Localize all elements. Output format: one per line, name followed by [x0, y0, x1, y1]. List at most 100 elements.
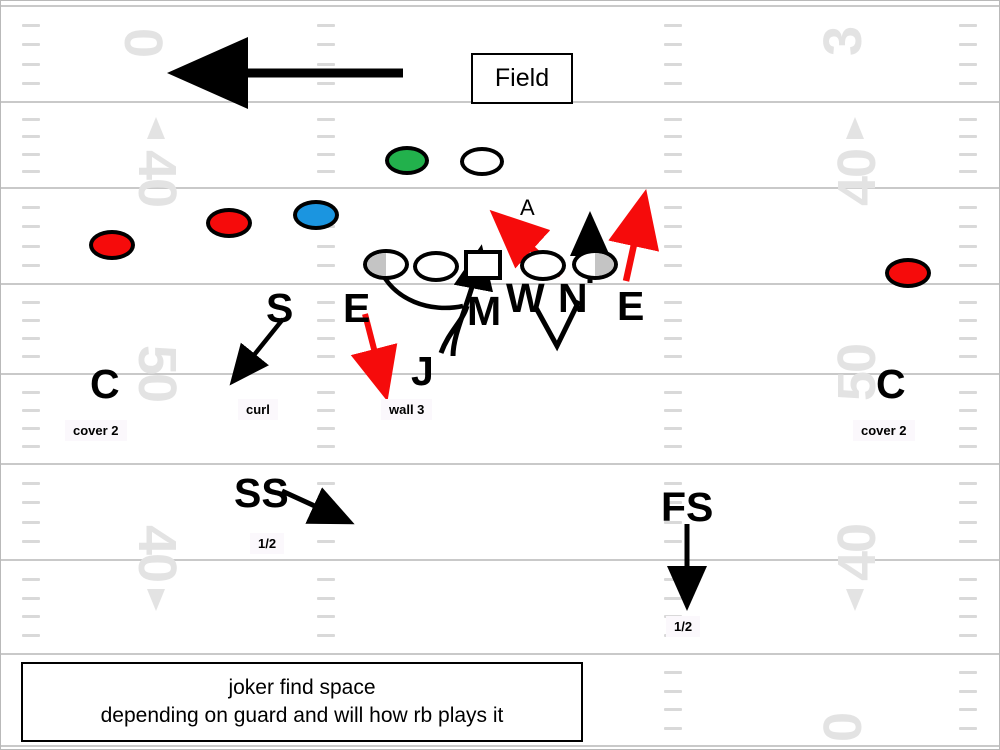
yard-line: [1, 283, 999, 285]
hash-mark: [22, 43, 40, 46]
play-note-box: joker find space depending on guard and …: [21, 662, 583, 742]
hash-mark: [959, 206, 977, 209]
hash-mark: [317, 170, 335, 173]
hash-mark: [22, 245, 40, 248]
hash-mark: [317, 63, 335, 66]
hash-mark: [664, 391, 682, 394]
hash-mark: [22, 337, 40, 340]
hash-mark: [22, 82, 40, 85]
hash-mark: [959, 135, 977, 138]
hash-mark: [22, 355, 40, 358]
yard-number-left: 50: [127, 344, 188, 402]
yard-number-left: 0: [113, 27, 174, 57]
hash-mark: [317, 245, 335, 248]
hash-mark: [22, 578, 40, 581]
hash-mark: [664, 63, 682, 66]
hash-mark: [959, 319, 977, 322]
hash-mark: [959, 43, 977, 46]
hash-mark: [317, 135, 335, 138]
offense-wr-far-left: [89, 230, 135, 260]
play-note-line-2: depending on guard and will how rb plays…: [100, 704, 504, 727]
hash-mark: [317, 319, 335, 322]
yard-number-left: 40: [127, 149, 188, 207]
hash-mark: [664, 225, 682, 228]
field-direction-triangle: [147, 117, 165, 139]
hash-mark: [664, 118, 682, 121]
hash-mark: [959, 427, 977, 430]
yard-number-left: 40: [127, 524, 188, 582]
hash-mark: [959, 391, 977, 394]
hash-mark: [959, 634, 977, 637]
hash-mark: [664, 427, 682, 430]
offense-wr-left-slot: [206, 208, 252, 238]
zone-curl: curl: [238, 399, 278, 420]
yard-line: [1, 653, 999, 655]
hash-mark: [22, 427, 40, 430]
label-safety: S: [266, 285, 294, 331]
hash-mark: [664, 578, 682, 581]
hash-mark: [664, 170, 682, 173]
hash-mark: [22, 634, 40, 637]
hash-mark: [959, 671, 977, 674]
hash-mark: [22, 24, 40, 27]
hash-mark: [664, 206, 682, 209]
offense-wr-left-inside: [293, 200, 339, 230]
play-diagram-canvas: 0405040034050400: [0, 0, 1000, 750]
hash-mark: [22, 540, 40, 543]
yard-number-right: 0: [813, 713, 874, 743]
hash-mark: [959, 597, 977, 600]
hash-mark: [959, 337, 977, 340]
label-corner-left: C: [90, 361, 120, 407]
hash-mark: [22, 391, 40, 394]
field-direction-triangle: [846, 117, 864, 139]
hash-mark: [317, 391, 335, 394]
hash-mark: [959, 578, 977, 581]
yard-number-right: 40: [827, 149, 888, 207]
hash-mark: [664, 409, 682, 412]
offense-ol-center: [464, 250, 502, 280]
hash-mark: [664, 708, 682, 711]
hash-mark: [664, 597, 682, 600]
offense-back-white: [460, 147, 504, 176]
zone-wall3: wall 3: [381, 399, 433, 420]
hash-mark: [664, 82, 682, 85]
hash-mark: [22, 118, 40, 121]
offense-ol-left-tackle: [363, 249, 409, 280]
hash-mark: [959, 501, 977, 504]
hash-mark: [317, 501, 335, 504]
hash-mark: [22, 225, 40, 228]
yard-number-right: 3: [813, 27, 874, 57]
hash-mark: [317, 82, 335, 85]
field-direction-triangle: [147, 589, 165, 611]
hash-mark: [664, 245, 682, 248]
hash-mark: [664, 690, 682, 693]
hash-mark: [22, 445, 40, 448]
offense-wr-far-right: [885, 258, 931, 288]
hash-mark: [22, 409, 40, 412]
hash-mark: [959, 82, 977, 85]
hash-mark: [664, 43, 682, 46]
hash-mark: [664, 671, 682, 674]
hash-mark: [22, 482, 40, 485]
offense-ol-left-guard: [413, 251, 459, 282]
field-direction-label: Field: [471, 53, 573, 104]
hash-mark: [664, 153, 682, 156]
hash-mark: [317, 578, 335, 581]
hash-mark: [664, 319, 682, 322]
hash-mark: [317, 597, 335, 600]
hash-mark: [959, 264, 977, 267]
hash-mark: [664, 264, 682, 267]
hash-mark: [22, 63, 40, 66]
hash-mark: [959, 153, 977, 156]
zone-cover2-left: cover 2: [65, 420, 127, 441]
hash-mark: [959, 63, 977, 66]
hash-mark: [22, 597, 40, 600]
hash-mark: [22, 501, 40, 504]
zone-half-left: 1/2: [250, 533, 285, 554]
label-strong-safety: SS: [234, 470, 289, 516]
label-gap-a: A: [520, 195, 535, 220]
hash-mark: [664, 355, 682, 358]
yard-number-right: 40: [827, 524, 888, 582]
hash-mark: [664, 540, 682, 543]
hash-mark: [317, 634, 335, 637]
